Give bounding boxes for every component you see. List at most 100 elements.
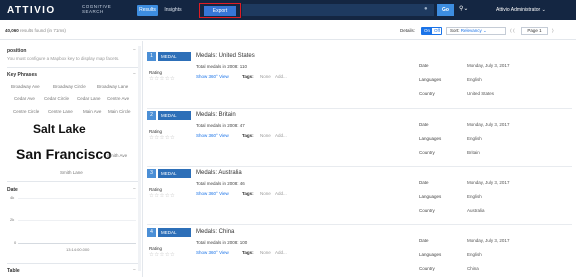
phrase-tag[interactable]: Centre Lane bbox=[48, 109, 73, 114]
facet-title-date: Date bbox=[7, 187, 18, 193]
gridline bbox=[18, 220, 136, 221]
details-toggle[interactable]: On Off bbox=[421, 27, 442, 35]
page-input[interactable]: Page 1 bbox=[521, 27, 548, 35]
prev-page-button[interactable]: ⟨ ⟨ bbox=[510, 27, 515, 35]
meta-key: Languages bbox=[419, 194, 442, 199]
meta-value: English bbox=[467, 194, 482, 199]
star-rating[interactable]: ☆☆☆☆☆ bbox=[149, 193, 175, 199]
phrase-tag[interactable]: Centre Ave bbox=[107, 96, 129, 101]
mapbox-message: You must configure a Mapbox key to displ… bbox=[7, 56, 120, 61]
facet-title-position: position bbox=[7, 48, 27, 54]
meta-key: Date bbox=[419, 238, 429, 243]
tags-value: None bbox=[260, 133, 271, 138]
result-title[interactable]: Medals: Britain bbox=[196, 112, 236, 118]
show-360-link[interactable]: Show 360° View bbox=[196, 250, 229, 255]
phrase-tag[interactable]: Broadway Lane bbox=[97, 84, 128, 89]
phrase-tag[interactable]: Broadway Ave bbox=[11, 84, 40, 89]
export-button[interactable]: Export bbox=[204, 6, 236, 16]
star-rating[interactable]: ☆☆☆☆☆ bbox=[149, 252, 175, 258]
meta-value: Monday, July 3, 2017 bbox=[467, 238, 510, 243]
sort-select[interactable]: Sort: Relevancy ⌄ bbox=[446, 27, 506, 35]
tags-value: None bbox=[260, 191, 271, 196]
add-tag-link[interactable]: Add... bbox=[275, 191, 287, 196]
meta-value: Monday, July 3, 2017 bbox=[467, 180, 510, 185]
result-title[interactable]: Medals: United States bbox=[196, 53, 255, 59]
collapse-icon[interactable]: − bbox=[133, 267, 136, 273]
meta-value: English bbox=[467, 77, 482, 82]
collapse-icon[interactable]: − bbox=[133, 186, 136, 192]
rating-label: Rating bbox=[149, 246, 163, 251]
star-rating[interactable]: ☆☆☆☆☆ bbox=[149, 135, 175, 141]
phrase-tag-large[interactable]: Salt Lake bbox=[33, 122, 86, 136]
meta-value: English bbox=[467, 252, 482, 257]
meta-value: Monday, July 3, 2017 bbox=[467, 63, 510, 68]
meta-value: Australia bbox=[467, 208, 485, 213]
rating-label: Rating bbox=[149, 187, 163, 192]
search-input[interactable] bbox=[242, 4, 434, 16]
search-options-icon[interactable]: ⚲⌄ bbox=[459, 5, 468, 12]
results-count: 40,060 results found (in 71ms) bbox=[5, 28, 66, 33]
meta-key: Date bbox=[419, 180, 429, 185]
attivio-logo: ATTIVIO bbox=[7, 5, 56, 16]
results-toolbar: 40,060 results found (in 71ms) Details: … bbox=[0, 20, 576, 40]
top-navbar: ATTIVIO COGNITIVE SEARCH Results Insight… bbox=[0, 0, 576, 20]
gridline bbox=[18, 198, 136, 199]
meta-key: Languages bbox=[419, 77, 442, 82]
result-title[interactable]: Medals: China bbox=[196, 229, 234, 235]
tags-value: None bbox=[260, 74, 271, 79]
phrase-tag[interactable]: Cedar Circle bbox=[44, 96, 69, 101]
date-axis-label: 13:14:00.000 bbox=[66, 247, 90, 252]
phrase-tag[interactable]: Cedar Lane bbox=[77, 96, 101, 101]
phrase-tag[interactable]: Smith Ave bbox=[107, 153, 127, 158]
microphone-icon[interactable]: ● bbox=[424, 6, 428, 12]
meta-value: Monday, July 3, 2017 bbox=[467, 122, 510, 127]
meta-value: China bbox=[467, 266, 479, 271]
toggle-on[interactable]: On bbox=[422, 28, 432, 34]
date-axis-tick: 0 bbox=[14, 240, 17, 245]
show-360-link[interactable]: Show 360° View bbox=[196, 191, 229, 196]
divider bbox=[7, 263, 138, 264]
phrase-tag[interactable]: Broadway Circle bbox=[53, 84, 86, 89]
go-button[interactable]: Go bbox=[437, 4, 454, 16]
result-type-badge: MEDAL bbox=[158, 111, 191, 120]
tab-insights[interactable]: Insights bbox=[161, 5, 185, 16]
tab-results[interactable]: Results bbox=[137, 5, 158, 16]
chart-baseline bbox=[18, 243, 136, 244]
phrase-tag-large[interactable]: San Francisco bbox=[16, 146, 112, 162]
date-axis-tick: 2k bbox=[10, 217, 15, 222]
add-tag-link[interactable]: Add... bbox=[275, 74, 287, 79]
phrase-tag[interactable]: Main Circle bbox=[108, 109, 131, 114]
facet-title-table: Table bbox=[7, 268, 20, 274]
user-menu[interactable]: Attivio Administrator ⌄ bbox=[496, 7, 546, 13]
meta-key: Country bbox=[419, 150, 435, 155]
result-number: 1 bbox=[147, 52, 156, 61]
add-tag-link[interactable]: Add... bbox=[275, 133, 287, 138]
result-number: 3 bbox=[147, 169, 156, 178]
toggle-off[interactable]: Off bbox=[432, 28, 442, 34]
next-page-button[interactable]: ⟩ bbox=[552, 27, 554, 35]
phrase-tag[interactable]: Smith Lane bbox=[60, 170, 83, 175]
result-type-badge: MEDAL bbox=[158, 169, 191, 178]
phrase-tag[interactable]: Centre Circle bbox=[13, 109, 39, 114]
meta-key: Date bbox=[419, 63, 429, 68]
phrase-tag[interactable]: Main Ave bbox=[83, 109, 101, 114]
result-item: 2 MEDAL Medals: Britain Total medals in … bbox=[147, 109, 572, 167]
sidebar-scrollbar[interactable] bbox=[138, 46, 141, 271]
collapse-icon[interactable]: − bbox=[133, 47, 136, 53]
show-360-link[interactable]: Show 360° View bbox=[196, 74, 229, 79]
facet-title-key-phrases: Key Phrases bbox=[7, 72, 38, 78]
tags-label: Tags: bbox=[242, 133, 254, 138]
date-axis-tick: 4k bbox=[10, 195, 15, 200]
add-tag-link[interactable]: Add... bbox=[275, 250, 287, 255]
divider bbox=[7, 181, 138, 182]
meta-key: Country bbox=[419, 266, 435, 271]
show-360-link[interactable]: Show 360° View bbox=[196, 133, 229, 138]
tags-label: Tags: bbox=[242, 74, 254, 79]
result-title[interactable]: Medals: Australia bbox=[196, 170, 242, 176]
meta-key: Country bbox=[419, 91, 435, 96]
phrase-tag[interactable]: Cedar Ave bbox=[14, 96, 35, 101]
meta-key: Country bbox=[419, 208, 435, 213]
result-number: 4 bbox=[147, 228, 156, 237]
star-rating[interactable]: ☆☆☆☆☆ bbox=[149, 76, 175, 82]
collapse-icon[interactable]: − bbox=[133, 71, 136, 77]
